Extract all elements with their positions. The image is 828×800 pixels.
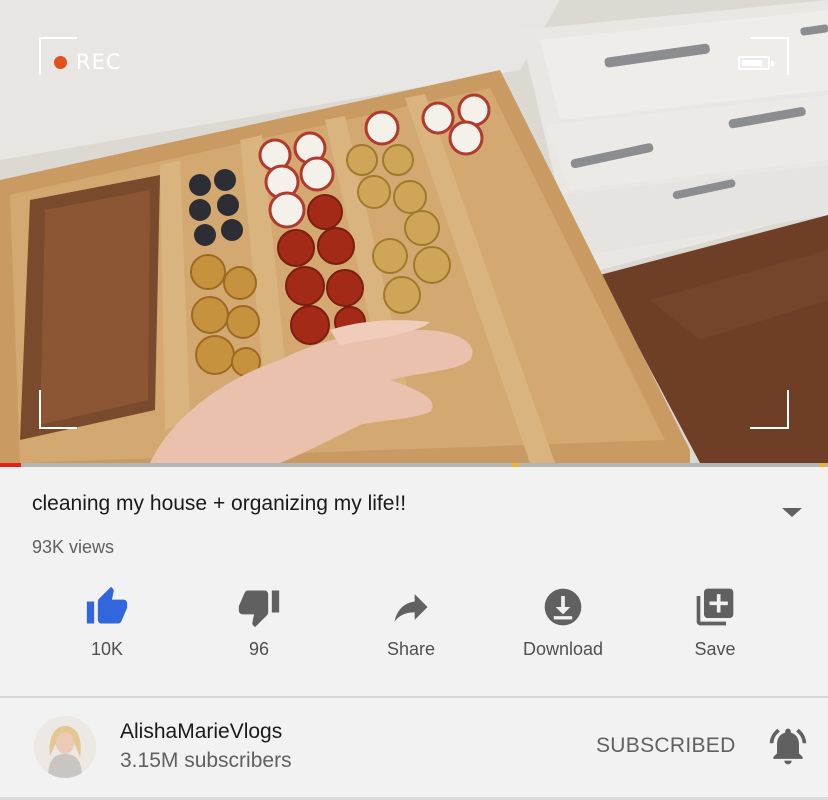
record-dot-icon: [54, 55, 67, 69]
save-label: Save: [694, 639, 736, 659]
view-count: 93K views: [32, 537, 115, 557]
thumb-down-icon: [238, 590, 280, 628]
progress-played: [0, 463, 21, 467]
ad-marker: [512, 463, 518, 467]
notification-bell-icon: [769, 728, 807, 765]
divider: [0, 696, 828, 698]
dislike-button[interactable]: 96: [199, 585, 319, 660]
download-icon: [544, 588, 582, 626]
share-icon: [394, 594, 428, 622]
subscribed-button[interactable]: SUBSCRIBED: [596, 734, 736, 758]
playlist-add-icon: [696, 588, 734, 626]
avatar-image: [34, 716, 96, 778]
channel-name[interactable]: AlishaMarieVlogs: [120, 720, 282, 744]
save-button[interactable]: Save: [655, 585, 775, 660]
video-frame: [0, 0, 828, 463]
download-button[interactable]: Download: [503, 585, 623, 660]
battery-icon: [738, 56, 774, 70]
share-button[interactable]: Share: [351, 585, 471, 660]
video-player[interactable]: REC: [0, 0, 828, 463]
expand-description-icon[interactable]: [782, 508, 802, 517]
rec-indicator: REC: [54, 50, 122, 74]
video-watch-page: REC cleaning my house + organizing my li…: [0, 0, 828, 800]
video-progress-bar[interactable]: [0, 463, 828, 467]
ad-marker: [820, 463, 826, 467]
channel-avatar[interactable]: [34, 716, 96, 778]
like-button[interactable]: 10K: [47, 585, 167, 660]
like-count: 10K: [90, 639, 124, 659]
share-label: Share: [386, 639, 436, 659]
video-title: cleaning my house + organizing my life!!: [32, 492, 407, 515]
subscriber-count: 3.15M subscribers: [120, 749, 292, 772]
thumb-up-icon: [86, 586, 128, 624]
title-row[interactable]: cleaning my house + organizing my life!!: [32, 492, 792, 516]
download-label: Download: [522, 639, 604, 659]
notification-bell-button[interactable]: [766, 724, 810, 768]
action-bar: 10K 96 Share Download Save: [32, 585, 796, 665]
dislike-count: 96: [248, 639, 270, 659]
rec-label: REC: [76, 50, 122, 74]
